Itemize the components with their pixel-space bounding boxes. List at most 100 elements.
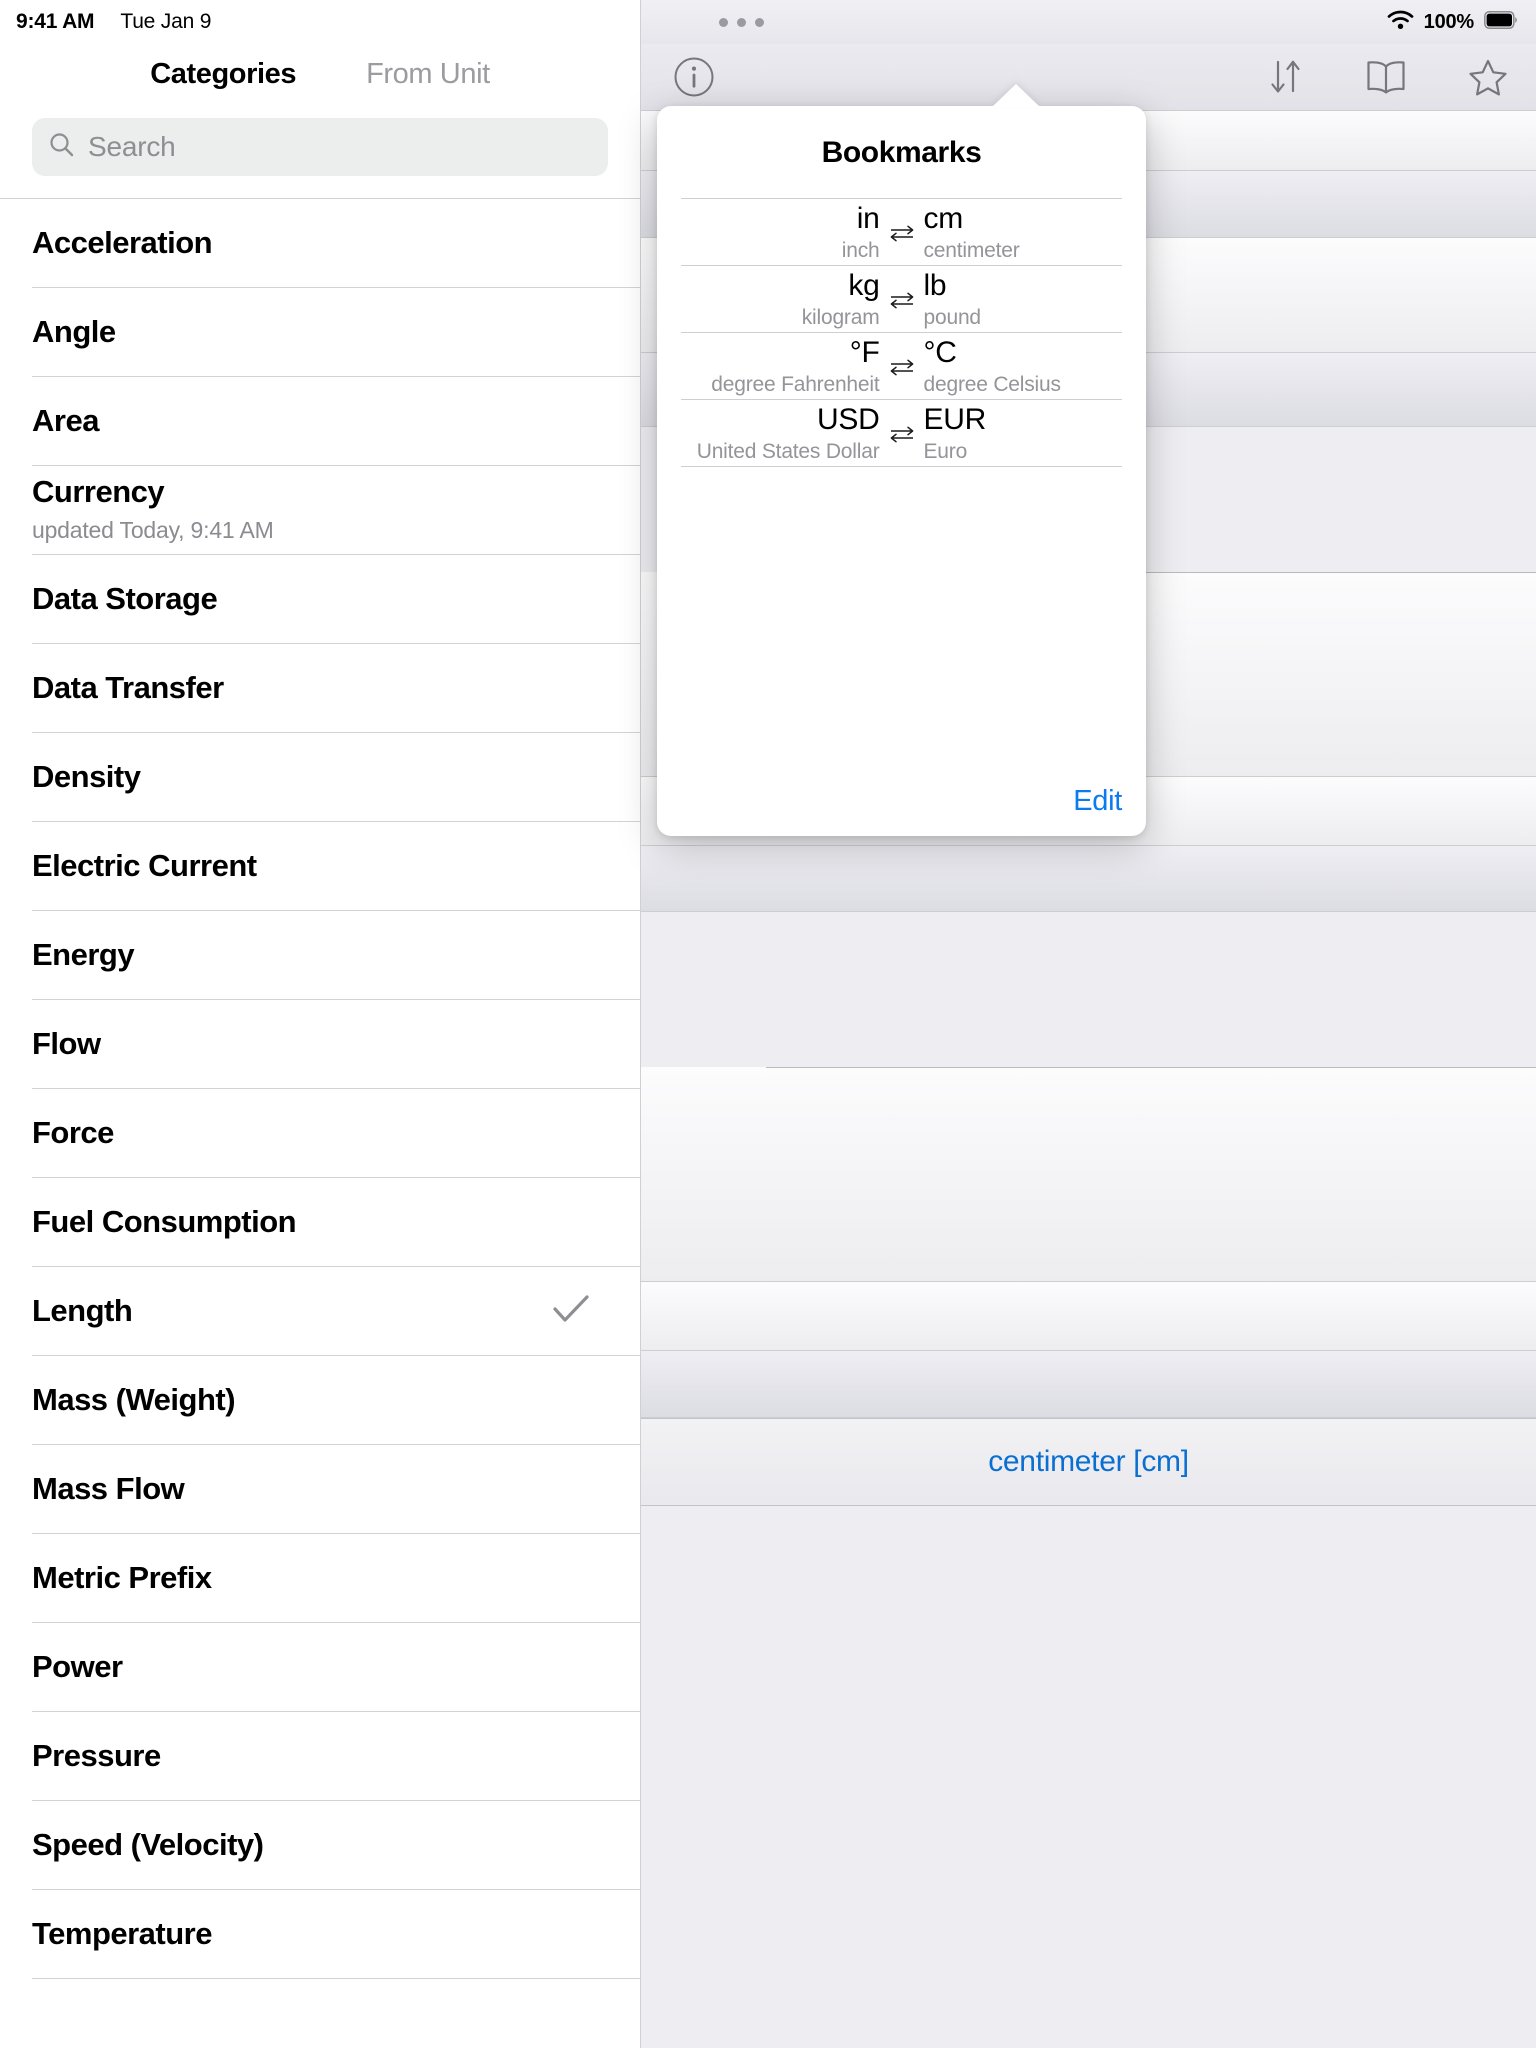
bookmarks-popover: Bookmarks in inch cm centimeter kg kilogram lb… — [657, 84, 1146, 836]
battery-full-icon — [1484, 10, 1518, 34]
bookmarks-list[interactable]: in inch cm centimeter kg kilogram lb pound °F deg… — [681, 198, 1122, 467]
category-row[interactable]: Area — [32, 377, 640, 466]
split-view-handle-icon[interactable] — [719, 0, 764, 44]
bookmark-from-symbol: °F — [849, 335, 880, 369]
category-label: Density — [32, 758, 141, 794]
category-label: Length — [32, 1292, 133, 1328]
category-row[interactable]: Fuel Consumption — [32, 1178, 640, 1267]
category-label: Currency — [32, 474, 165, 510]
category-row[interactable]: Power — [32, 1623, 640, 1712]
tab-categories[interactable]: Categories — [150, 58, 296, 91]
category-label: Angle — [32, 313, 116, 349]
swap-horizontal-arrows-icon — [880, 353, 924, 379]
conversion-row[interactable] — [641, 1067, 1536, 1282]
bookmark-from: in inch — [682, 201, 880, 262]
bookmark-from: kg kilogram — [682, 268, 880, 328]
detail-empty-area — [641, 1506, 1536, 2048]
category-row[interactable]: Speed (Velocity) — [32, 1801, 640, 1890]
bookmark-to-name: Euro — [923, 439, 968, 463]
category-subtitle: updated Today, 9:41 AM — [32, 516, 274, 543]
edit-button[interactable]: Edit — [1073, 785, 1122, 818]
bookmark-to-symbol: °C — [923, 335, 957, 369]
category-row[interactable]: Pressure — [32, 1712, 640, 1801]
bookmark-to: lb pound — [923, 268, 1122, 329]
conversion-row[interactable] — [641, 846, 1536, 912]
bookmark-from-symbol: kg — [848, 268, 880, 302]
swap-horizontal-arrows-icon — [880, 219, 924, 245]
popover-arrow — [992, 84, 1040, 107]
category-row[interactable]: Acceleration — [32, 199, 640, 288]
search-input[interactable]: Search — [32, 118, 608, 176]
category-label: Data Storage — [32, 580, 218, 616]
category-row[interactable]: Electric Current — [32, 822, 640, 911]
bookmark-row[interactable]: kg kilogram lb pound — [681, 266, 1122, 333]
category-label: Energy — [32, 936, 135, 972]
status-bar-right: 100% — [641, 0, 1536, 44]
category-label: Area — [32, 402, 99, 438]
bookmark-from-name: degree Fahrenheit — [711, 372, 880, 396]
bookmark-from-symbol: in — [856, 201, 880, 235]
star-icon[interactable] — [1466, 56, 1510, 98]
category-label: Electric Current — [32, 847, 257, 883]
category-label: Power — [32, 1648, 123, 1684]
category-label: Metric Prefix — [32, 1559, 212, 1595]
sidebar: 9:41 AM Tue Jan 9 Categories From Unit S… — [0, 0, 640, 2048]
category-row[interactable]: Angle — [32, 288, 640, 377]
popover-footer: Edit — [1073, 785, 1122, 818]
status-bar-left: 9:41 AM Tue Jan 9 — [0, 0, 640, 44]
bookmark-from: USD United States Dollar — [682, 402, 880, 462]
category-label: Force — [32, 1114, 114, 1150]
category-row[interactable]: Data Storage — [32, 555, 640, 644]
swap-vertical-arrows-icon[interactable] — [1266, 56, 1306, 98]
detail-toolbar — [641, 44, 1536, 111]
conversion-row[interactable] — [641, 1282, 1536, 1351]
category-label: Data Transfer — [32, 669, 224, 705]
bookmark-to-name: degree Celsius — [923, 372, 1061, 396]
info-circle-icon[interactable] — [673, 44, 715, 110]
bookmark-to-name: centimeter — [923, 238, 1020, 262]
selected-unit-label: centimeter [cm] — [988, 1445, 1189, 1478]
search-icon — [48, 131, 76, 164]
category-list[interactable]: Acceleration Angle Area Currency updated Tod… — [0, 198, 640, 1979]
category-row[interactable]: Mass Flow — [32, 1445, 640, 1534]
category-row[interactable]: Energy — [32, 911, 640, 1000]
tab-from-unit[interactable]: From Unit — [366, 58, 490, 91]
battery-percent: 100% — [1423, 10, 1475, 33]
popover-title: Bookmarks — [821, 136, 982, 169]
conversion-row[interactable] — [641, 1351, 1536, 1418]
category-row[interactable]: Flow — [32, 1000, 640, 1089]
bookmark-from-name: inch — [841, 238, 880, 262]
bookmark-to: EUR Euro — [923, 404, 1122, 463]
category-label: Mass Flow — [32, 1470, 185, 1506]
bookmark-row[interactable]: USD United States Dollar EUR Euro — [681, 400, 1122, 467]
bookmark-from-symbol: USD — [817, 402, 880, 436]
book-icon[interactable] — [1362, 56, 1410, 98]
bookmark-row[interactable]: °F degree Fahrenheit °C degree Celsius — [681, 333, 1122, 400]
bookmark-to: cm centimeter — [923, 203, 1122, 262]
status-date: Tue Jan 9 — [120, 10, 212, 33]
selected-unit-bar[interactable]: centimeter [cm] — [641, 1418, 1536, 1506]
search-placeholder: Search — [88, 131, 176, 162]
category-row[interactable]: Mass (Weight) — [32, 1356, 640, 1445]
bookmark-row[interactable]: in inch cm centimeter — [681, 199, 1122, 266]
app-root: 9:41 AM Tue Jan 9 Categories From Unit S… — [0, 0, 1536, 2048]
category-label: Mass (Weight) — [32, 1381, 236, 1417]
category-row[interactable]: Metric Prefix — [32, 1534, 640, 1623]
toolbar-actions — [1266, 44, 1510, 110]
swap-horizontal-arrows-icon — [880, 286, 924, 312]
checkmark-icon — [552, 1294, 590, 1329]
category-row[interactable]: Force — [32, 1089, 640, 1178]
bookmark-to-name: pound — [923, 305, 982, 329]
wifi-icon — [1387, 10, 1414, 35]
category-label: Flow — [32, 1025, 101, 1061]
category-row[interactable]: Temperature — [32, 1890, 640, 1979]
category-label: Fuel Consumption — [32, 1203, 297, 1239]
category-row[interactable]: Density — [32, 733, 640, 822]
category-row[interactable]: Length — [32, 1267, 640, 1356]
category-row[interactable]: Data Transfer — [32, 644, 640, 733]
category-row[interactable]: Currency updated Today, 9:41 AM — [32, 466, 640, 555]
category-label: Pressure — [32, 1737, 161, 1773]
status-indicators: 100% — [1387, 0, 1518, 44]
bookmark-to-symbol: lb — [923, 268, 947, 302]
search-bar-container: Search — [0, 100, 640, 198]
